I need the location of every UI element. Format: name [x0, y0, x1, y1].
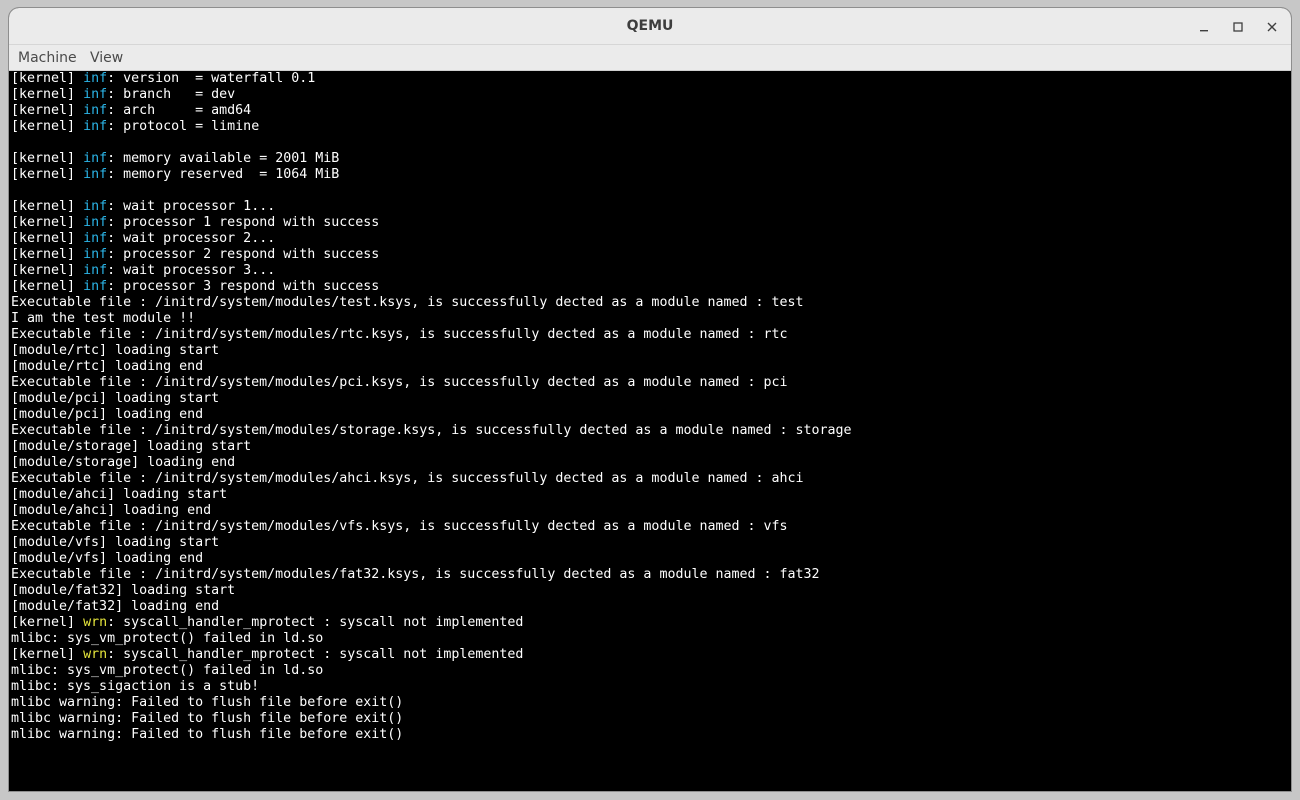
log-source: [kernel]: [11, 215, 84, 230]
log-message: : wait processor 1...: [107, 199, 276, 214]
console-line: [module/pci] loading end: [11, 407, 204, 422]
log-message: : syscall_handler_mprotect : syscall not…: [107, 647, 524, 662]
console-line: [module/vfs] loading end: [11, 551, 204, 566]
log-message: : wait processor 2...: [107, 231, 276, 246]
log-message: : version = waterfall 0.1: [107, 71, 316, 86]
log-message: : syscall_handler_mprotect : syscall not…: [107, 615, 524, 630]
console-line: [module/vfs] loading start: [11, 535, 220, 550]
close-button[interactable]: [1259, 14, 1285, 40]
log-source: [kernel]: [11, 87, 84, 102]
console-line: [kernel] inf: version = waterfall 0.1: [11, 71, 315, 87]
log-message: : processor 1 respond with success: [107, 215, 380, 230]
log-message: : processor 3 respond with success: [107, 279, 380, 294]
log-message: : arch = amd64: [107, 103, 252, 118]
maximize-button[interactable]: [1225, 14, 1251, 40]
console-line: [kernel] inf: protocol = limine: [11, 119, 259, 135]
log-level: inf: [83, 263, 108, 278]
log-level: inf: [83, 119, 108, 134]
console-line: [module/pci] loading start: [11, 391, 220, 406]
console-line: Executable file : /initrd/system/modules…: [11, 519, 788, 534]
guest-console[interactable]: [kernel] inf: version = waterfall 0.1 [ke…: [11, 71, 1289, 789]
console-line: [module/fat32] loading start: [11, 583, 236, 598]
log-level: inf: [83, 167, 108, 182]
console-line: mlibc: sys_sigaction is a stub!: [11, 679, 260, 694]
log-level: inf: [83, 87, 108, 102]
log-message: : memory reserved = 1064 MiB: [107, 167, 340, 182]
log-source: [kernel]: [11, 647, 84, 662]
minimize-button[interactable]: [1191, 14, 1217, 40]
log-level: inf: [83, 71, 108, 86]
console-line: [kernel] wrn: syscall_handler_mprotect :…: [11, 615, 523, 631]
console-line: [kernel] wrn: syscall_handler_mprotect :…: [11, 647, 523, 663]
log-level: inf: [83, 279, 108, 294]
log-message: : protocol = limine: [107, 119, 260, 134]
log-source: [kernel]: [11, 279, 84, 294]
menu-bar: Machine View: [9, 45, 1291, 71]
console-line: mlibc: sys_vm_protect() failed in ld.so: [11, 663, 324, 678]
close-icon: [1266, 18, 1278, 37]
console-line: Executable file : /initrd/system/modules…: [11, 327, 788, 342]
minimize-icon: [1198, 18, 1210, 37]
log-level: wrn: [83, 615, 108, 630]
log-level: inf: [83, 103, 108, 118]
log-level: inf: [83, 151, 108, 166]
console-line: [kernel] inf: memory reserved = 1064 MiB: [11, 167, 339, 183]
console-line: [kernel] inf: wait processor 2...: [11, 231, 275, 247]
console-line: [module/fat32] loading end: [11, 599, 220, 614]
log-level: inf: [83, 215, 108, 230]
console-line: [module/storage] loading end: [11, 455, 236, 470]
console-line: mlibc: sys_vm_protect() failed in ld.so: [11, 631, 324, 646]
console-line: mlibc warning: Failed to flush file befo…: [11, 711, 404, 726]
log-source: [kernel]: [11, 103, 84, 118]
console-line: [kernel] inf: memory available = 2001 Mi…: [11, 151, 339, 167]
maximize-icon: [1232, 18, 1244, 37]
menu-view[interactable]: View: [90, 45, 123, 71]
console-line: [kernel] inf: branch = dev: [11, 87, 235, 103]
log-source: [kernel]: [11, 119, 84, 134]
log-message: : processor 2 respond with success: [107, 247, 380, 262]
log-level: wrn: [83, 647, 108, 662]
log-source: [kernel]: [11, 231, 84, 246]
log-source: [kernel]: [11, 199, 84, 214]
log-level: inf: [83, 247, 108, 262]
console-line: mlibc warning: Failed to flush file befo…: [11, 695, 404, 710]
log-source: [kernel]: [11, 71, 84, 86]
log-level: inf: [83, 231, 108, 246]
log-source: [kernel]: [11, 615, 84, 630]
console-line: [module/rtc] loading start: [11, 343, 220, 358]
log-message: : branch = dev: [107, 87, 236, 102]
log-level: inf: [83, 199, 108, 214]
log-source: [kernel]: [11, 151, 84, 166]
console-line: [module/storage] loading start: [11, 439, 252, 454]
window-title: QEMU: [626, 18, 674, 34]
menu-machine[interactable]: Machine: [18, 45, 77, 71]
console-line: Executable file : /initrd/system/modules…: [11, 471, 804, 486]
console-line: [kernel] inf: arch = amd64: [11, 103, 251, 119]
console-line: [module/ahci] loading start: [11, 487, 228, 502]
console-line: [kernel] inf: processor 3 respond with s…: [11, 279, 379, 295]
console-line: [module/rtc] loading end: [11, 359, 204, 374]
log-message: : memory available = 2001 MiB: [107, 151, 340, 166]
console-line: Executable file : /initrd/system/modules…: [11, 567, 820, 582]
console-line: [kernel] inf: processor 2 respond with s…: [11, 247, 379, 263]
log-source: [kernel]: [11, 167, 84, 182]
console-line: Executable file : /initrd/system/modules…: [11, 423, 852, 438]
console-line: [kernel] inf: wait processor 3...: [11, 263, 275, 279]
console-line: [kernel] inf: processor 1 respond with s…: [11, 215, 379, 231]
log-source: [kernel]: [11, 263, 84, 278]
qemu-window: QEMU Machine View [kernel] inf: version …: [9, 8, 1291, 791]
console-line: I am the test module !!: [11, 311, 196, 326]
console-line: [module/ahci] loading end: [11, 503, 212, 518]
log-source: [kernel]: [11, 247, 84, 262]
title-bar[interactable]: QEMU: [9, 8, 1291, 45]
console-line: Executable file : /initrd/system/modules…: [11, 295, 804, 310]
console-line: Executable file : /initrd/system/modules…: [11, 375, 788, 390]
log-message: : wait processor 3...: [107, 263, 276, 278]
console-line: [kernel] inf: wait processor 1...: [11, 199, 275, 215]
console-line: mlibc warning: Failed to flush file befo…: [11, 727, 404, 742]
